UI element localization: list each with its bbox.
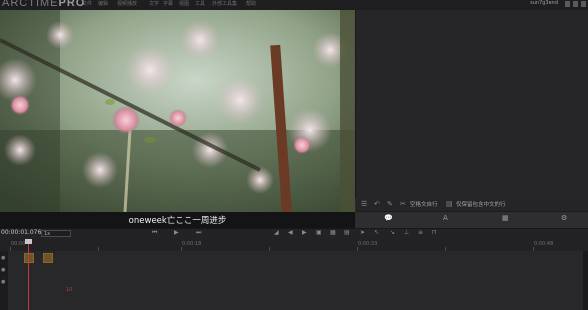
tool-icon-1[interactable]: ◢	[274, 229, 279, 236]
undo-icon[interactable]: ↶	[374, 200, 380, 208]
video-preview[interactable]	[0, 10, 355, 212]
scissors-icon[interactable]: ✂	[400, 200, 406, 208]
filter-icon[interactable]: ▤	[446, 200, 453, 208]
tool-icon-4[interactable]: ▣	[316, 229, 322, 236]
tool-icon-3[interactable]: ▶	[302, 229, 307, 236]
pencil-icon[interactable]: ✎	[387, 200, 393, 208]
timeline-scrollbar[interactable]	[583, 251, 588, 310]
marker-label: 10	[66, 287, 73, 293]
menu-external-tools[interactable]: 外部工具集	[212, 0, 237, 7]
grid-icon[interactable]: ▦	[502, 214, 509, 222]
playhead-handle[interactable]	[25, 239, 32, 244]
menu-view[interactable]: 视图	[179, 0, 189, 7]
play-icon[interactable]: ▶	[174, 229, 179, 236]
text-format-icon[interactable]: A	[443, 214, 448, 222]
cursor-icon[interactable]: ➤	[360, 229, 365, 236]
tool-icon-5[interactable]: ▦	[330, 229, 336, 236]
maximize-button[interactable]	[573, 1, 578, 7]
app-logo: ARCTIMEPRO	[2, 0, 85, 9]
zoom-select[interactable]: 1x	[41, 230, 71, 237]
chat-bubble-icon[interactable]: 💬	[384, 214, 393, 222]
playhead-line[interactable]	[28, 239, 29, 310]
user-name[interactable]: sun7g3end	[530, 0, 558, 6]
menu-edit[interactable]: 编辑	[98, 0, 108, 7]
toolbar-label-blank-lines[interactable]: 空格文自行	[410, 200, 438, 208]
menu-file[interactable]: 文件	[82, 0, 92, 7]
subtitle-preview-text: oneweek亡ここ一周进步	[128, 216, 227, 226]
logo-main: ARCTIME	[2, 0, 59, 9]
menu-video[interactable]: 视频播放	[117, 0, 137, 7]
gear-icon[interactable]: ⚙	[561, 214, 567, 222]
minimize-button[interactable]	[565, 1, 570, 7]
toolbar-label-keep-chinese[interactable]: 仅保留包含中文的行	[456, 200, 506, 208]
arrow-right-icon[interactable]: ↘	[390, 229, 395, 236]
menu-tools[interactable]: 工具	[195, 0, 205, 7]
magnet-icon[interactable]: ⊓	[432, 229, 437, 236]
list-icon[interactable]: ☰	[361, 200, 367, 208]
menu-help[interactable]: 帮助	[246, 0, 256, 7]
lines-icon[interactable]: ≡	[418, 229, 423, 236]
current-timecode: 00:00:01.076	[1, 229, 42, 236]
timeline-tracks[interactable]	[8, 251, 583, 310]
subtitle-clip[interactable]	[24, 253, 34, 263]
menu-text[interactable]: 文字	[149, 0, 159, 7]
eye-icon[interactable]: ●	[1, 279, 5, 285]
ruler-label: 00:00	[11, 241, 26, 247]
arrow-left-icon[interactable]: ↖	[374, 229, 379, 236]
tool-icon-2[interactable]: ◀	[288, 229, 293, 236]
video-frame	[0, 10, 355, 212]
next-icon[interactable]: ⏭	[196, 229, 201, 237]
tool-icon-6[interactable]: ▤	[344, 229, 350, 236]
subtitle-clip[interactable]	[43, 253, 53, 263]
ruler-label: 0:00:48	[534, 241, 554, 247]
insert-icon[interactable]: ⊥	[404, 229, 409, 236]
prev-icon[interactable]: ⏮	[152, 229, 157, 237]
menu-subtitle[interactable]: 字幕	[163, 0, 173, 7]
ruler-label: 0:00:18	[182, 241, 202, 247]
subtitle-text-panel[interactable]	[355, 10, 588, 198]
eye-icon[interactable]: ●	[1, 267, 5, 273]
ruler-label: 0:00:33	[358, 241, 378, 247]
close-button[interactable]	[581, 1, 586, 7]
eye-icon[interactable]: ●	[1, 255, 5, 261]
